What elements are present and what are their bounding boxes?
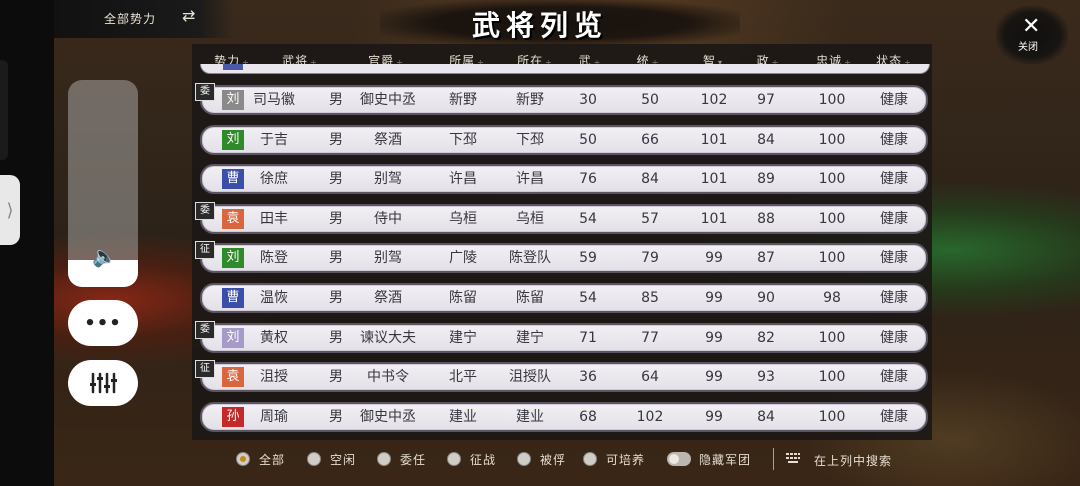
radio-icon[interactable] (307, 452, 321, 466)
general-row[interactable]: 刘于吉男祭酒 下邳 下邳 50 66 101 84 100 健康 (200, 124, 928, 155)
filter-idle[interactable]: 空闲 (307, 451, 356, 467)
filter-campaign[interactable]: 征战 (447, 451, 496, 467)
radio-icon[interactable] (377, 452, 391, 466)
radio-icon[interactable] (447, 452, 461, 466)
assignment-tag: 委 (195, 320, 215, 339)
close-icon[interactable]: ✕ (1022, 14, 1040, 39)
assignment-tag: 委 (195, 201, 215, 220)
equalizer-icon (90, 372, 117, 394)
general-status: 健康 (880, 171, 908, 188)
general-row[interactable]: 刘司马徽男御史中丞 新野 新野 30 50 102 97 100 健康 (200, 85, 928, 115)
radio-icon[interactable] (583, 452, 597, 466)
filter-captured[interactable]: 被俘 (517, 451, 566, 467)
assignment-tag: 委 (195, 83, 215, 101)
general-status: 健康 (880, 250, 908, 267)
general-status: 健康 (880, 92, 908, 108)
filter-divider (773, 448, 774, 470)
general-status: 健康 (880, 210, 908, 227)
general-row[interactable]: 刘陈登男别驾 广陵 陈登队 59 79 99 87 100 健康 (200, 243, 928, 274)
assignment-tag: 征 (195, 360, 215, 379)
general-status: 健康 (880, 131, 908, 148)
general-row[interactable]: 袁田丰男侍中 乌桓 乌桓 54 57 101 88 100 健康 (200, 203, 928, 234)
toggle-switch[interactable] (667, 452, 691, 466)
general-status: 健康 (880, 408, 908, 425)
radio-icon[interactable] (236, 452, 250, 466)
general-status: 健康 (880, 369, 908, 386)
general-status: 健康 (880, 329, 908, 346)
general-row[interactable]: 刘黄权男谏议大夫 建宁 建宁 71 77 99 82 100 健康 (200, 322, 928, 353)
assignment-tag: 征 (195, 241, 215, 260)
filter-appointed[interactable]: 委任 (377, 451, 426, 467)
settings-button[interactable] (68, 360, 138, 406)
radio-icon[interactable] (517, 452, 531, 466)
general-row[interactable]: 曹徐庶男别驾 许昌 许昌 76 84 101 89 100 健康 (200, 164, 928, 195)
more-options-button[interactable]: ••• (68, 300, 138, 346)
general-row[interactable]: 孙周瑜男御史中丞 建业 建业 68 102 99 84 100 健康 (200, 401, 928, 432)
filter-label: 全部 (259, 452, 286, 467)
hide-army-toggle[interactable]: 隐藏军团 (667, 451, 751, 467)
general-row[interactable]: 曹温恢男祭酒 陈留 陈留 54 85 99 90 98 健康 (200, 283, 928, 313)
search-in-list-button[interactable]: 在上列中搜索 (814, 452, 892, 469)
filter-label: 委任 (400, 452, 427, 467)
keyboard-icon[interactable] (786, 453, 800, 463)
filter-all[interactable]: 全部 (236, 451, 285, 467)
previous-row-partial[interactable] (200, 64, 930, 74)
filter-label: 空闲 (330, 452, 357, 467)
hide-army-label: 隐藏军团 (699, 452, 752, 467)
filter-trainable[interactable]: 可培养 (583, 451, 645, 467)
speaker-muted-icon: 🔈 (92, 244, 117, 268)
filter-label: 征战 (470, 452, 497, 467)
filter-label: 被俘 (540, 452, 567, 467)
filter-label: 可培养 (606, 452, 646, 467)
general-row[interactable]: 袁沮授男中书令 北平 沮授队 36 64 99 93 100 健康 (200, 362, 928, 393)
page-title: 武将列览 (471, 9, 608, 42)
general-status: 健康 (880, 290, 908, 306)
side-drawer-tab[interactable]: ⟩ (0, 175, 20, 245)
